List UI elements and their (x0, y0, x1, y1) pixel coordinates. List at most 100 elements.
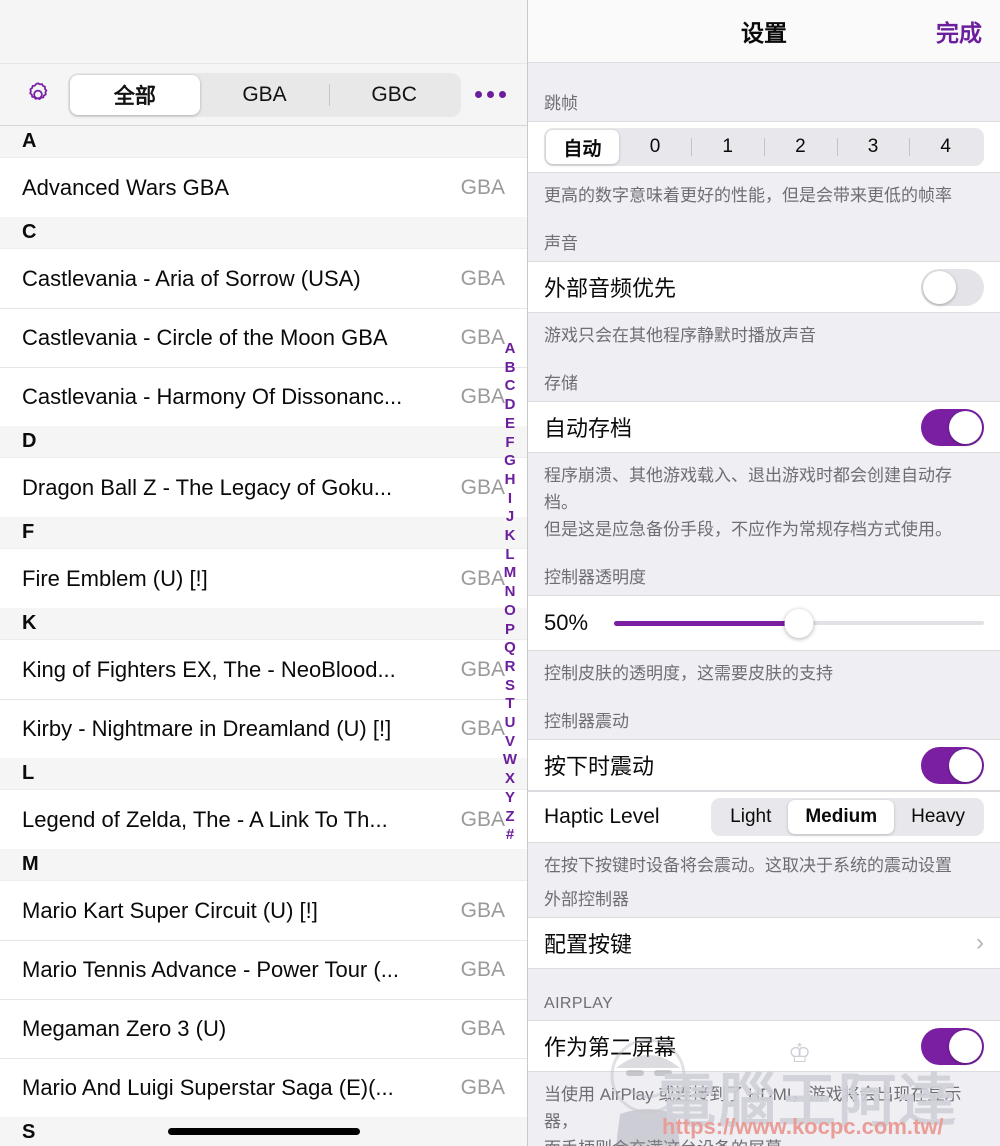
skip-frame-option-3[interactable]: 3 (837, 130, 910, 164)
alphabet-index-letter[interactable]: Z (505, 808, 514, 827)
second-screen-cell[interactable]: 作为第二屏幕 (528, 1020, 1000, 1072)
alphabet-index-letter[interactable]: V (505, 733, 515, 752)
group-label-skip-frame: 跳帧 (528, 63, 1000, 121)
alphabet-index-letter[interactable]: S (505, 677, 515, 696)
filter-tab-gba[interactable]: GBA (200, 75, 330, 115)
haptic-option-medium[interactable]: Medium (788, 800, 894, 834)
alphabet-index-letter[interactable]: H (505, 471, 516, 490)
alphabet-index-letter[interactable]: B (505, 359, 516, 378)
haptic-option-light[interactable]: Light (713, 800, 788, 834)
alphabet-index-letter[interactable]: F (505, 434, 514, 453)
game-system-badge: GBA (461, 1017, 505, 1041)
controller-opacity-slider[interactable] (614, 608, 984, 638)
alphabet-index-letter[interactable]: Y (505, 789, 515, 808)
alphabet-index-bar[interactable]: ABCDEFGHIJKLMNOPQRSTUVWXYZ# (499, 340, 521, 845)
settings-gear-button[interactable] (16, 73, 60, 117)
game-library-pane: 全部 GBA GBC A Advanced Wa (0, 0, 528, 1146)
game-list-item[interactable]: Mario Tennis Advance - Power Tour (... G… (0, 940, 527, 999)
game-list-item[interactable]: Advanced Wars GBA GBA (0, 158, 527, 217)
skip-frame-option-0[interactable]: 0 (619, 130, 692, 164)
done-button[interactable]: 完成 (936, 14, 982, 48)
slider-fill (614, 621, 799, 626)
external-audio-toggle[interactable] (921, 269, 984, 306)
filter-tab-all[interactable]: 全部 (70, 75, 200, 115)
haptic-level-cell: Haptic Level Light Medium Heavy (528, 791, 1000, 843)
alphabet-index-letter[interactable]: D (505, 396, 516, 415)
alphabet-index-letter[interactable]: U (505, 714, 516, 733)
haptic-option-heavy[interactable]: Heavy (894, 800, 982, 834)
game-list-item[interactable]: Castlevania - Harmony Of Dissonanc... GB… (0, 367, 527, 426)
configure-keys-cell[interactable]: 配置按键 › (528, 917, 1000, 969)
game-title: Megaman Zero 3 (U) (22, 1016, 461, 1042)
ellipsis-icon (499, 91, 506, 98)
game-list-item[interactable]: Legend of Zelda, The - A Link To Th... G… (0, 790, 527, 849)
home-indicator (168, 1128, 360, 1135)
second-screen-toggle[interactable] (921, 1028, 984, 1065)
slider-thumb[interactable] (785, 609, 814, 638)
game-list-item[interactable]: Dragon Ball Z - The Legacy of Goku... GB… (0, 458, 527, 517)
skip-frame-option-1[interactable]: 1 (691, 130, 764, 164)
alphabet-index-letter[interactable]: L (505, 546, 514, 565)
section-header: M (0, 849, 527, 881)
game-list-item[interactable]: Mario Kart Super Circuit (U) [!] GBA (0, 881, 527, 940)
game-list-item[interactable]: King of Fighters EX, The - NeoBlood... G… (0, 640, 527, 699)
more-options-button[interactable] (467, 73, 513, 117)
vibrate-on-press-cell[interactable]: 按下时震动 (528, 739, 1000, 791)
section-header: C (0, 217, 527, 249)
alphabet-index-letter[interactable]: R (505, 658, 516, 677)
alphabet-index-letter[interactable]: T (505, 695, 514, 714)
alphabet-index-letter[interactable]: G (504, 452, 516, 471)
alphabet-index-letter[interactable]: # (506, 826, 514, 845)
game-list-item[interactable]: Kirby - Nightmare in Dreamland (U) [!] G… (0, 699, 527, 758)
autosave-label: 自动存档 (544, 411, 921, 443)
autosave-cell[interactable]: 自动存档 (528, 401, 1000, 453)
toggle-knob (923, 271, 956, 304)
game-list-item[interactable]: Castlevania - Aria of Sorrow (USA) GBA (0, 249, 527, 308)
skip-frame-segmented-control[interactable]: 自动 0 1 2 3 4 (544, 128, 984, 166)
autosave-toggle[interactable] (921, 409, 984, 446)
skip-frame-option-auto[interactable]: 自动 (546, 130, 619, 164)
system-filter-segmented-control[interactable]: 全部 GBA GBC (68, 73, 461, 117)
group-label-controller-opacity: 控制器透明度 (528, 547, 1000, 595)
skip-frame-option-4[interactable]: 4 (909, 130, 982, 164)
haptic-level-segmented-control[interactable]: Light Medium Heavy (711, 798, 984, 836)
game-list-item[interactable]: Castlevania - Circle of the Moon GBA GBA (0, 308, 527, 367)
app-screen: 全部 GBA GBC A Advanced Wa (0, 0, 1000, 1146)
alphabet-index-letter[interactable]: X (505, 770, 515, 789)
toggle-knob (949, 411, 982, 444)
game-system-badge: GBA (461, 267, 505, 291)
alphabet-index-letter[interactable]: J (506, 508, 514, 527)
game-list-item[interactable]: Megaman Zero 3 (U) GBA (0, 999, 527, 1058)
alphabet-index-letter[interactable]: A (505, 340, 516, 359)
footnote-sound: 游戏只会在其他程序静默时播放声音 (528, 313, 1000, 353)
alphabet-index-letter[interactable]: K (505, 527, 516, 546)
alphabet-index-letter[interactable]: I (508, 490, 512, 509)
alphabet-index-letter[interactable]: P (505, 621, 515, 640)
footnote-storage-line1: 程序崩溃、其他游戏载入、退出游戏时都会创建自动存档。 (544, 462, 984, 516)
group-label-external-controller: 外部控制器 (528, 883, 1000, 917)
game-list-item[interactable]: Fire Emblem (U) [!] GBA (0, 549, 527, 608)
alphabet-index-letter[interactable]: Q (504, 639, 516, 658)
game-list-item[interactable]: Mario And Luigi Superstar Saga (E)(... G… (0, 1058, 527, 1117)
external-audio-cell[interactable]: 外部音频优先 (528, 261, 1000, 313)
game-title: Advanced Wars GBA (22, 175, 461, 201)
game-title: Fire Emblem (U) [!] (22, 566, 461, 592)
game-list[interactable]: A Advanced Wars GBA GBA C Castlevania - … (0, 126, 527, 1146)
alphabet-index-letter[interactable]: M (504, 564, 517, 583)
section-header: L (0, 758, 527, 790)
filter-tab-gba-label: GBA (242, 83, 286, 107)
footnote-skip-frame: 更高的数字意味着更好的性能，但是会带来更低的帧率 (528, 173, 1000, 213)
external-audio-label: 外部音频优先 (544, 271, 921, 303)
skip-frame-option-2[interactable]: 2 (764, 130, 837, 164)
alphabet-index-letter[interactable]: O (504, 602, 516, 621)
left-status-bar (0, 0, 527, 64)
alphabet-index-letter[interactable]: W (503, 751, 517, 770)
alphabet-index-letter[interactable]: N (505, 583, 516, 602)
chevron-right-icon: › (976, 929, 984, 957)
section-header: D (0, 426, 527, 458)
vibrate-on-press-toggle[interactable] (921, 747, 984, 784)
alphabet-index-letter[interactable]: C (505, 377, 516, 396)
filter-tab-gbc[interactable]: GBC (329, 75, 459, 115)
alphabet-index-letter[interactable]: E (505, 415, 515, 434)
game-title: Mario And Luigi Superstar Saga (E)(... (22, 1075, 461, 1101)
